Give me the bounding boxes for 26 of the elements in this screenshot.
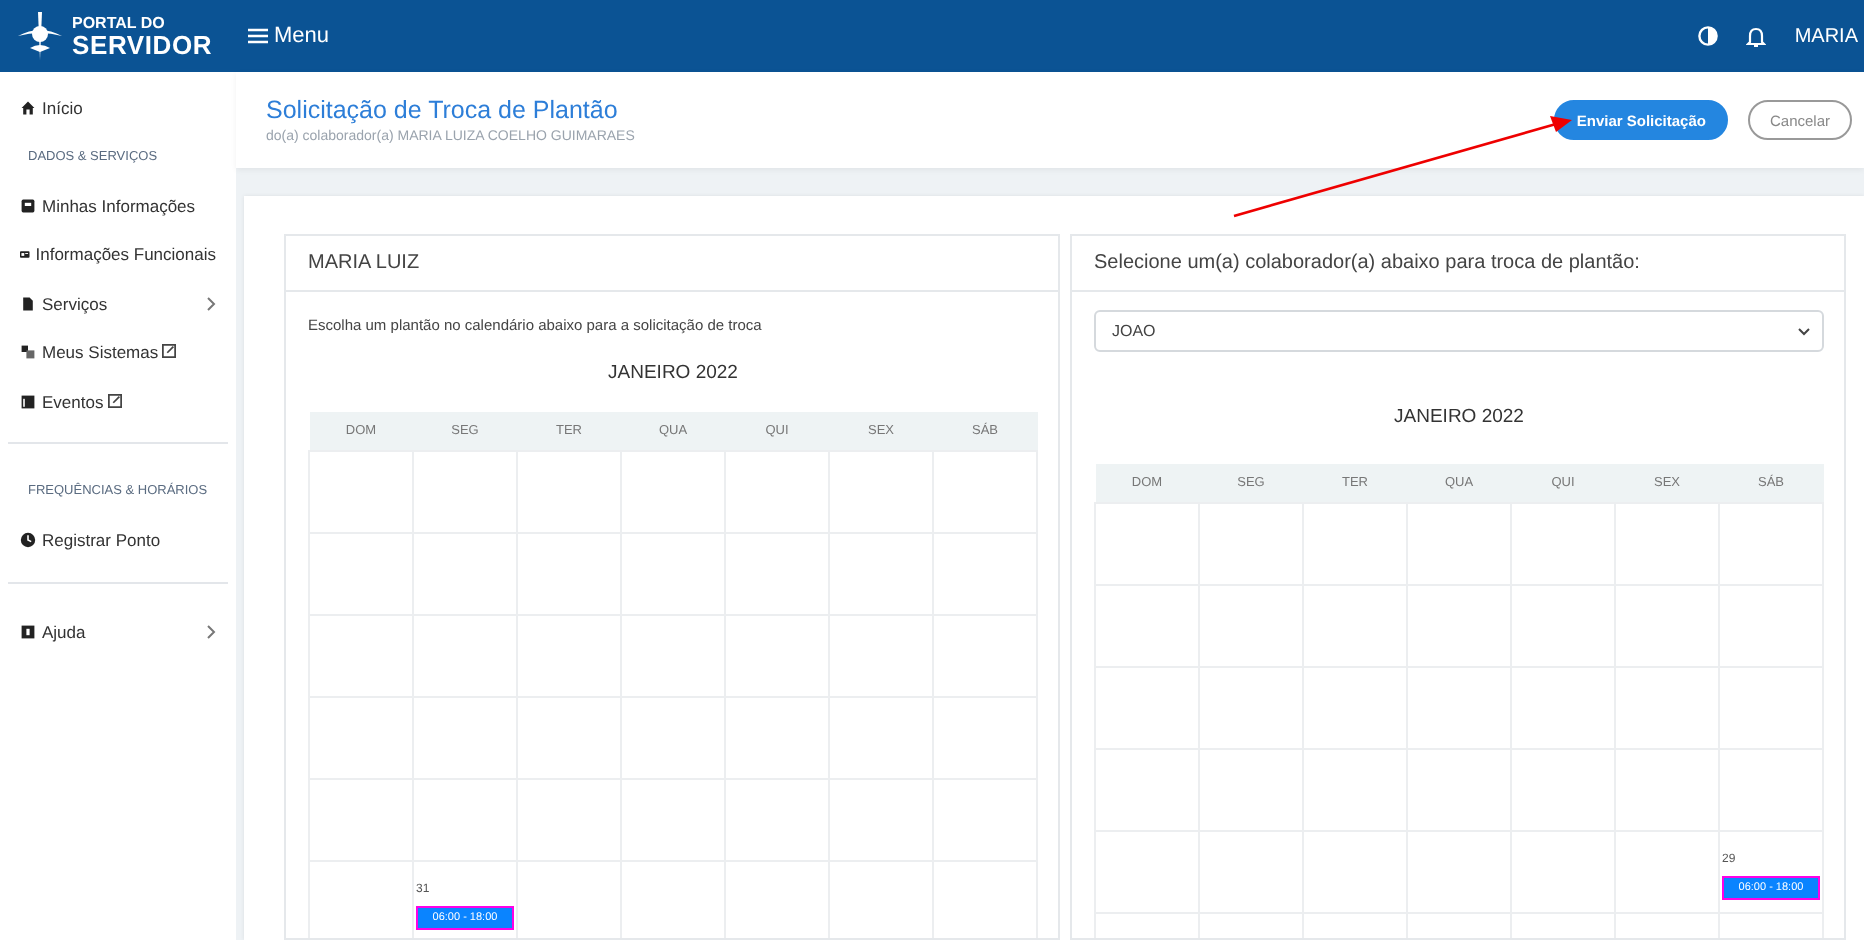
sidebar-item[interactable]: Eventos	[0, 377, 236, 426]
month-title: JANEIRO 2022	[1392, 406, 1526, 428]
sidebar-item[interactable]: Serviços	[0, 279, 236, 328]
idcard-icon	[20, 246, 30, 263]
sidebar-item[interactable]: Meus Sistemas	[0, 328, 236, 377]
user-name[interactable]: MARIA	[1794, 25, 1858, 47]
month-title: JANEIRO 2022	[606, 362, 740, 384]
panel-title: MARIA LUIZ	[286, 236, 1058, 292]
clock-icon	[20, 532, 36, 549]
card-icon	[20, 197, 36, 214]
contrast-icon[interactable]	[1698, 26, 1719, 46]
page-title: Solicitação de Troca de Plantão	[266, 96, 620, 124]
panel-title: Selecione um(a) colaborador(a) abaixo para troca de plantão:	[1072, 236, 1844, 292]
chevron-down-icon	[1798, 327, 1810, 335]
bell-icon[interactable]	[1746, 25, 1767, 47]
menu-button[interactable]: Menu	[248, 24, 330, 48]
sidebar-item[interactable]: Registrar Ponto	[0, 516, 236, 565]
collaborator-select[interactable]: JOAO	[1094, 310, 1824, 352]
sidebar-item[interactable]: Informações Funcionais	[0, 230, 236, 279]
menu-icon	[248, 28, 268, 44]
doc-icon	[20, 295, 36, 312]
sidebar-item[interactable]: Início	[0, 84, 236, 133]
sidebar-item[interactable]: Ajuda	[0, 607, 236, 656]
home-icon	[20, 100, 36, 117]
logo-text: PORTAL DO SERVIDOR	[72, 15, 213, 57]
sidebar-item[interactable]: Minhas Informações	[0, 181, 236, 230]
